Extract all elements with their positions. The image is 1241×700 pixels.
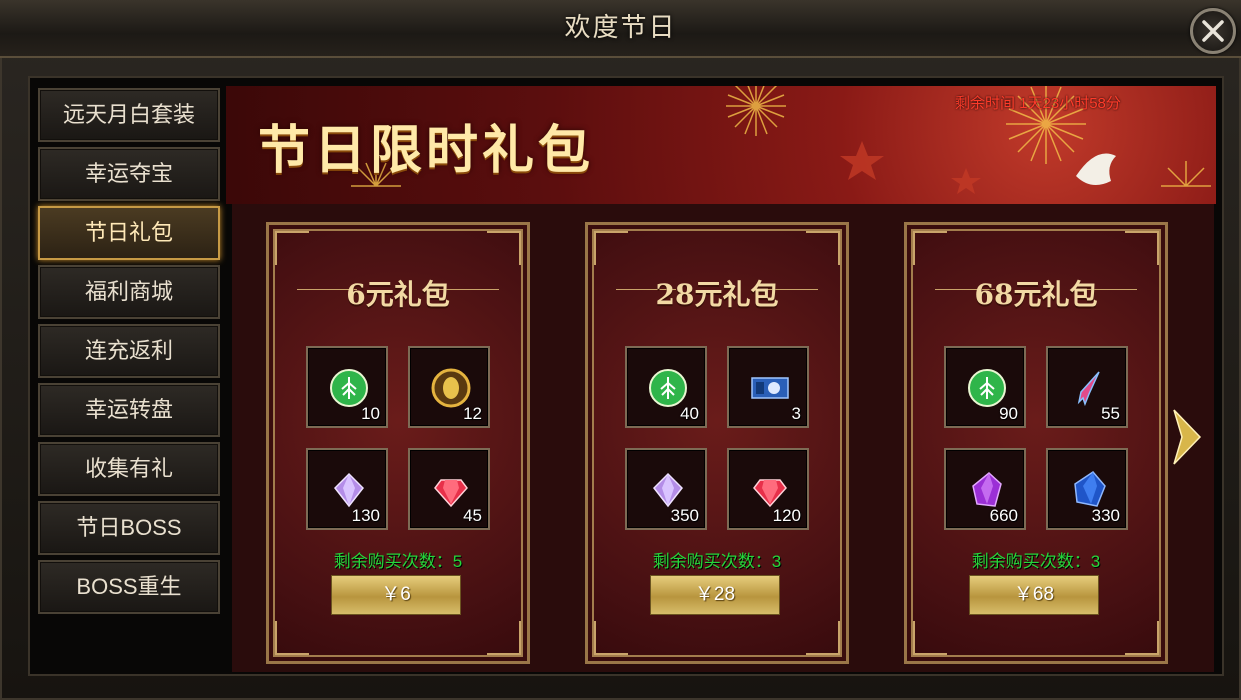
item-slot[interactable]: 12: [408, 346, 490, 428]
purple-crystal-icon: [972, 472, 1002, 507]
purple-diamond-icon: [334, 472, 364, 508]
item-slot[interactable]: 130: [306, 448, 388, 530]
item-quantity: 12: [463, 404, 482, 423]
package-card-28: 28元礼包 40 3 350 120 剩余购买次数：3 ￥28: [585, 222, 849, 664]
sidebar-item-yuantian-suit[interactable]: 远天月白套装: [38, 88, 220, 142]
item-slot[interactable]: 40: [625, 346, 707, 428]
item-quantity: 130: [351, 506, 380, 525]
sidebar-item-lucky-treasure[interactable]: 幸运夺宝: [38, 147, 220, 201]
item-slot[interactable]: 55: [1046, 346, 1128, 428]
package-card-6: 6元礼包 10 12 130 45 剩余购买次数：5 ￥6: [266, 222, 530, 664]
item-slot[interactable]: 120: [727, 448, 809, 530]
remaining-purchases: 剩余购买次数：3: [652, 552, 782, 571]
blue-scroll-icon: [751, 377, 789, 399]
title-bar: 欢度节日: [0, 0, 1241, 58]
item-slot[interactable]: 330: [1046, 448, 1128, 530]
item-slot[interactable]: 45: [408, 448, 490, 530]
package-title: 28元礼包: [655, 278, 779, 311]
remaining-purchases: 剩余购买次数：3: [971, 552, 1101, 571]
package-title: 6元礼包: [346, 278, 450, 311]
remaining-purchases: 剩余购买次数：5: [333, 552, 463, 571]
buy-button[interactable]: ￥6: [331, 575, 461, 615]
item-quantity: 10: [361, 404, 380, 423]
feather-shard-icon: [1077, 371, 1100, 407]
blue-crystal-icon: [1074, 471, 1106, 507]
countdown-timer: 剩余时间 1天23小时58分: [955, 95, 1121, 112]
green-tree-orb-icon: [330, 369, 368, 407]
sidebar-item-welfare-shop[interactable]: 福利商城: [38, 265, 220, 319]
sidebar-item-holiday-gift[interactable]: 节日礼包: [38, 206, 220, 260]
gold-leaf-orb-icon: [431, 368, 471, 408]
item-quantity: 90: [999, 404, 1018, 423]
red-ruby-icon: [434, 479, 468, 508]
item-quantity: 45: [463, 506, 482, 525]
purple-diamond-icon: [653, 472, 683, 508]
package-card-68: 68元礼包 90 55 660 330 剩余购买次数：3 ￥68: [904, 222, 1168, 664]
sidebar-item-collect-reward[interactable]: 收集有礼: [38, 442, 220, 496]
red-ruby-icon: [753, 479, 787, 508]
dove-icon: [1076, 153, 1116, 185]
item-quantity: 660: [989, 506, 1018, 525]
package-title: 68元礼包: [974, 278, 1098, 311]
green-tree-orb-icon: [968, 369, 1006, 407]
item-slot[interactable]: 10: [306, 346, 388, 428]
sidebar-item-recharge-rebate[interactable]: 连充返利: [38, 324, 220, 378]
item-quantity: 330: [1091, 506, 1120, 525]
item-slot[interactable]: 3: [727, 346, 809, 428]
item-slot[interactable]: 350: [625, 448, 707, 530]
buy-button[interactable]: ￥28: [650, 575, 780, 615]
banner-title: 节日限时礼包: [258, 120, 595, 181]
close-button[interactable]: [1190, 8, 1236, 54]
item-quantity: 120: [772, 506, 801, 525]
item-quantity: 55: [1101, 404, 1120, 423]
item-quantity: 350: [670, 506, 699, 525]
item-quantity: 40: [680, 404, 699, 423]
item-slot[interactable]: 90: [944, 346, 1026, 428]
sidebar-item-boss-rebirth[interactable]: BOSS重生: [38, 560, 220, 614]
sidebar-item-lucky-wheel[interactable]: 幸运转盘: [38, 383, 220, 437]
green-tree-orb-icon: [649, 369, 687, 407]
next-page-arrow-icon[interactable]: [1172, 408, 1202, 466]
close-icon: [1202, 20, 1224, 42]
sidebar-item-holiday-boss[interactable]: 节日BOSS: [38, 501, 220, 555]
item-quantity: 3: [791, 404, 801, 423]
buy-button[interactable]: ￥68: [969, 575, 1099, 615]
window-title: 欢度节日: [564, 12, 677, 42]
item-slot[interactable]: 660: [944, 448, 1026, 530]
